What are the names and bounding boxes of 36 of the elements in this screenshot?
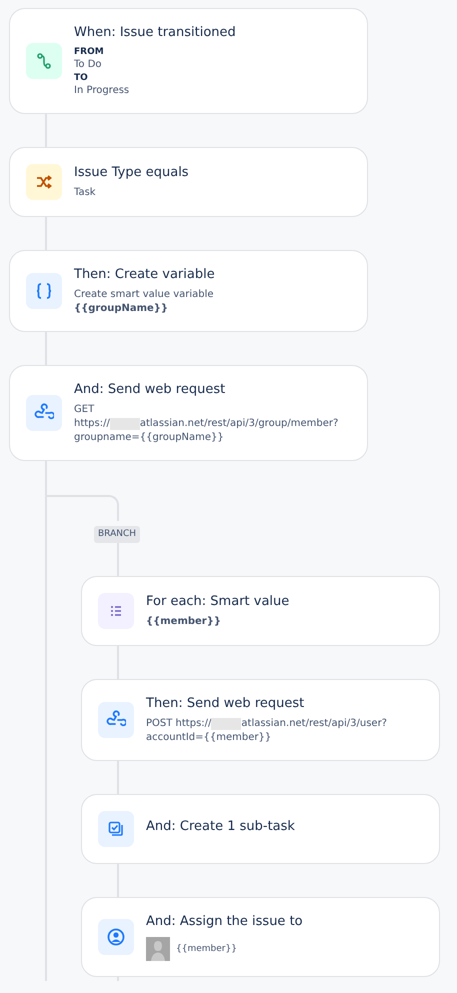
webhook-icon	[26, 395, 62, 431]
branch-label: BRANCH	[94, 526, 140, 543]
step-title: And: Send web request	[74, 381, 226, 399]
smart-value: {{groupName}}	[74, 302, 170, 316]
url-text: POST https://	[146, 717, 212, 731]
smart-value: {{member}}	[146, 615, 222, 629]
webhook-icon	[98, 702, 134, 738]
detail-text: GET	[74, 403, 96, 417]
detail-text: To Do	[74, 58, 103, 72]
url-text: atlassian.net/rest/api/3/user?	[241, 717, 387, 731]
path-icon	[26, 43, 62, 79]
step-title: When: Issue transitioned	[74, 24, 236, 42]
step-title: Issue Type equals	[74, 164, 189, 182]
detail-text: Create smart value variable	[74, 288, 215, 302]
detail-text: groupname={{groupName}}	[74, 431, 225, 445]
step-title: And: Create 1 sub-task	[146, 818, 295, 836]
assignee-name: {{member}}	[176, 943, 237, 956]
step-title: Then: Create variable	[74, 266, 215, 284]
avatar-icon	[146, 937, 170, 961]
url-text: https://	[74, 417, 110, 431]
redaction-block	[110, 418, 140, 430]
step-title: Then: Send web request	[146, 695, 306, 713]
redaction-block	[211, 718, 242, 730]
detail-text: In Progress	[74, 84, 130, 98]
field-label: FROM	[74, 46, 105, 58]
braces-icon	[26, 273, 62, 309]
detail-text: accountId={{member}}	[146, 731, 272, 745]
user-icon	[98, 919, 134, 955]
step-title: And: Assign the issue to	[146, 913, 303, 931]
url-text: atlassian.net/rest/api/3/group/member?	[140, 417, 338, 431]
shuffle-icon	[26, 164, 62, 200]
step-title: For each: Smart value	[146, 593, 290, 611]
field-label: TO	[74, 72, 89, 84]
checkbox-icon	[98, 811, 134, 847]
detail-text: Task	[74, 186, 97, 200]
list-icon	[98, 593, 134, 629]
